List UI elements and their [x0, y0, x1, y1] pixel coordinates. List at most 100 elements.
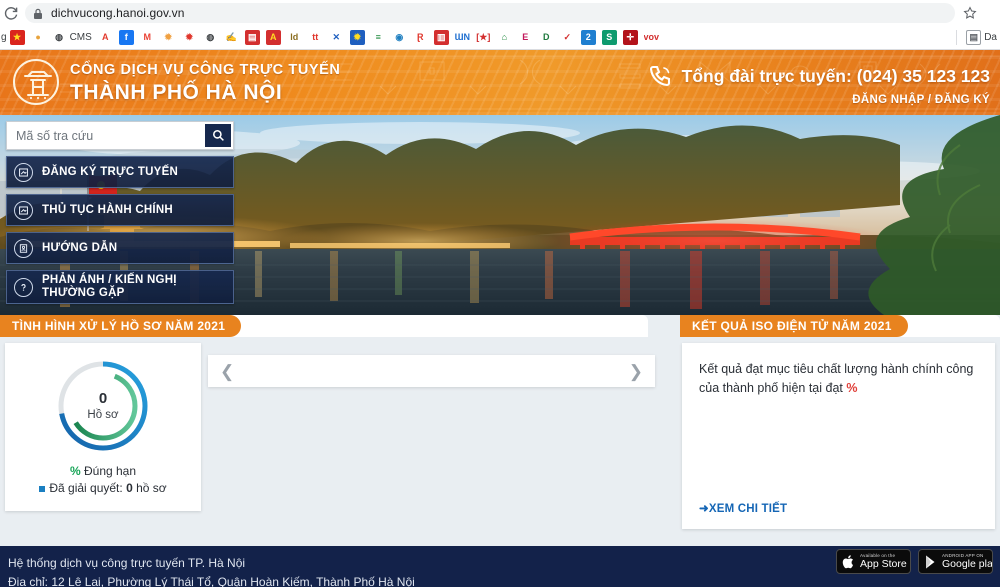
emblem-bookmark-favicon: ●	[31, 30, 46, 45]
app-store-big-text: App Store	[860, 559, 907, 570]
check-bookmark[interactable]: ✓	[560, 28, 575, 48]
chart-legend: % Đúng hạn Đã giải quyết: 0 hồ sơ	[5, 463, 201, 497]
bookmark-tail-label: Da	[984, 32, 997, 43]
red-square-bookmark-favicon: ▥	[434, 30, 449, 45]
records-donut-chart: 0 Hồ sơ	[50, 353, 156, 459]
red-building-bookmark[interactable]: ▤	[245, 28, 260, 48]
red-cross-bookmark[interactable]: ✛	[623, 28, 638, 48]
iso-text: Kết quả đạt mục tiêu chất lượng hành chí…	[699, 360, 978, 398]
vietnam-flag-bookmark[interactable]: ★	[10, 28, 25, 48]
brand-text[interactable]: CỔNG DỊCH VỤ CÔNG TRỰC TUYẾN THÀNH PHỐ H…	[70, 61, 341, 105]
blue-globe-bookmark-favicon: ◉	[392, 30, 407, 45]
reload-icon[interactable]	[3, 5, 19, 21]
menu-item-thu-tuc-hanh-chinh[interactable]: THỦ TỤC HÀNH CHÍNH	[6, 194, 234, 226]
star-brackets-bookmark[interactable]: [★]	[476, 28, 491, 48]
tt-bookmark[interactable]: tt	[308, 28, 323, 48]
s-bookmark-favicon: S	[602, 30, 617, 45]
tn-bookmark[interactable]: ƜN	[455, 28, 470, 48]
bookmark-divider	[956, 30, 957, 45]
e-bookmark[interactable]: E	[518, 28, 533, 48]
tp-bookmark[interactable]: Ɽ	[413, 28, 428, 48]
iso-detail-link[interactable]: ➜XEM CHI TIẾT	[699, 501, 787, 515]
facebook-bookmark-favicon: f	[119, 30, 134, 45]
brand-line-2: THÀNH PHỐ HÀ NỘI	[70, 80, 341, 105]
google-play-triangle-icon	[924, 554, 938, 570]
hotline-text: Tổng đài trực tuyến: (024) 35 123 123	[682, 66, 990, 87]
green-lines-bookmark[interactable]: ≡	[371, 28, 386, 48]
app-store-badge[interactable]: Available on the App Store	[836, 549, 911, 574]
star-brackets-bookmark-favicon: [★]	[476, 30, 491, 45]
lock-icon	[33, 7, 43, 19]
s-bookmark[interactable]: S	[602, 28, 617, 48]
question-mark-icon	[14, 278, 33, 297]
menu-item-phan-anh-kien-nghi[interactable]: PHẢN ÁNH / KIẾN NGHỊ THƯỜNG GẶP	[6, 270, 234, 304]
chevron-left-icon[interactable]: ❮	[220, 363, 234, 380]
tp-bookmark-favicon: Ɽ	[413, 30, 428, 45]
d-bookmark-favicon: D	[539, 30, 554, 45]
bookmarks-bar[interactable]: g ★●◍CMSAfM✹✹◍✍▤Aldtt✕✹≡◉Ɽ▥ƜN[★]⌂ED✓2S✛v…	[0, 26, 1000, 50]
document-icon	[14, 201, 33, 220]
blue-globe-bookmark[interactable]: ◉	[392, 28, 407, 48]
menu-item-huong-dan[interactable]: HƯỚNG DẪN	[6, 232, 234, 264]
menu-item-dang-ky-truc-tuyen-label: ĐĂNG KÝ TRỰC TUYẾN	[42, 166, 178, 179]
letter-a-circle-bookmark[interactable]: A	[266, 28, 281, 48]
x-bookmark[interactable]: ✕	[329, 28, 344, 48]
ld-bookmark-favicon: ld	[287, 30, 302, 45]
facebook-bookmark[interactable]: f	[119, 28, 134, 48]
d-bookmark[interactable]: D	[539, 28, 554, 48]
hotline-block: Tổng đài trực tuyến: (024) 35 123 123 ĐĂ…	[647, 63, 990, 106]
globe-bookmark[interactable]: ◍	[203, 28, 218, 48]
orange-emblem-bookmark[interactable]: ✹	[161, 28, 176, 48]
address-bar[interactable]: dichvucong.hanoi.gov.vn	[25, 3, 955, 23]
legend-resolved-suffix: hồ sơ	[133, 481, 167, 495]
cms-bookmark-label: CMS	[70, 32, 92, 43]
online-registration-icon	[14, 163, 33, 182]
zalo-bookmark-favicon: 2	[581, 30, 596, 45]
orange-emblem-bookmark-favicon: ✹	[161, 30, 176, 45]
vov-bookmark[interactable]: vov	[644, 28, 659, 48]
home-bookmark[interactable]: ⌂	[497, 28, 512, 48]
letter-a-bookmark[interactable]: A	[98, 28, 113, 48]
gmail-bookmark[interactable]: M	[140, 28, 155, 48]
ld-bookmark[interactable]: ld	[287, 28, 302, 48]
chevron-right-icon[interactable]: ❯	[629, 363, 643, 380]
iso-result-card: Kết quả đạt mục tiêu chất lượng hành chí…	[682, 343, 995, 529]
search-box[interactable]	[6, 121, 234, 150]
tt-bookmark-favicon: tt	[308, 30, 323, 45]
x-bookmark-favicon: ✕	[329, 30, 344, 45]
brand-line-1: CỔNG DỊCH VỤ CÔNG TRỰC TUYẾN	[70, 61, 341, 80]
cms-bookmark[interactable]: ◍CMS	[52, 28, 92, 48]
right-panel-tab[interactable]: KẾT QUẢ ISO ĐIỆN TỬ NĂM 2021	[680, 315, 908, 337]
hero-banner: ĐĂNG KÝ TRỰC TUYẾN THỦ TỤC HÀNH CHÍNH HƯỚN…	[0, 115, 1000, 315]
emblem-bookmark[interactable]: ●	[31, 28, 46, 48]
reading-list-icon[interactable]: ▤ Da	[966, 28, 997, 48]
google-play-badge[interactable]: ANDROID APP ON Google play	[918, 549, 993, 574]
star-icon[interactable]	[963, 6, 977, 20]
national-emblem-bookmark[interactable]: ✹	[350, 28, 365, 48]
apple-icon	[842, 554, 856, 570]
green-lines-bookmark-favicon: ≡	[371, 30, 386, 45]
iso-text-body: Kết quả đạt mục tiêu chất lượng hành chí…	[699, 362, 973, 395]
menu-item-huong-dan-label: HƯỚNG DẪN	[42, 242, 117, 255]
auth-links[interactable]: ĐĂNG NHẬP / ĐĂNG KÝ	[647, 94, 990, 106]
browser-toolbar: dichvucong.hanoi.gov.vn	[0, 0, 1000, 26]
news-carousel[interactable]: ❮ ❯	[208, 355, 655, 387]
red-building-bookmark-favicon: ▤	[245, 30, 260, 45]
zalo-bookmark[interactable]: 2	[581, 28, 596, 48]
legend-swatch	[39, 486, 45, 492]
left-panel-tab[interactable]: TÌNH HÌNH XỬ LÝ HỒ SƠ NĂM 2021	[0, 315, 241, 337]
vietnam-flag-bookmark-favicon: ★	[10, 30, 25, 45]
legend-ontime: % Đúng hạn	[5, 463, 201, 480]
red-cross-bookmark-favicon: ✛	[623, 30, 638, 45]
red-emblem-bookmark[interactable]: ✹	[182, 28, 197, 48]
legend-ontime-percent: %	[70, 464, 81, 478]
search-button[interactable]	[205, 124, 231, 147]
red-emblem-bookmark-favicon: ✹	[182, 30, 197, 45]
site-header: CỔNG DỊCH VỤ CÔNG TRỰC TUYẾN THÀNH PHỐ H…	[0, 50, 1000, 115]
khue-van-cac-gate-logo-icon[interactable]	[13, 59, 59, 105]
menu-item-dang-ky-truc-tuyen[interactable]: ĐĂNG KÝ TRỰC TUYẾN	[6, 156, 234, 188]
hand-bookmark[interactable]: ✍	[224, 28, 239, 48]
url-text: dichvucong.hanoi.gov.vn	[51, 6, 185, 20]
search-input[interactable]	[7, 122, 205, 149]
red-square-bookmark[interactable]: ▥	[434, 28, 449, 48]
